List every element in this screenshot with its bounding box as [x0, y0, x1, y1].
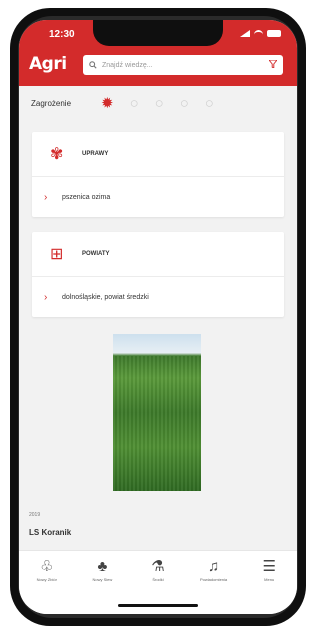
district-card-title: POWIATY	[82, 251, 110, 257]
crop-item[interactable]: › pszenica ozima	[32, 177, 284, 217]
nav-new-harvest[interactable]: ♧ Nowy Zbiór	[22, 559, 72, 614]
bug-icon[interactable]: ✹	[101, 96, 114, 111]
crop-value: pszenica ozima	[62, 193, 111, 201]
crops-card: ✾ UPRAWY › pszenica ozima	[32, 132, 284, 217]
app-logo[interactable]: Agri	[29, 54, 67, 74]
app-screen: 12:30 Agri Znajdź wiedzę... Zagrożenie ✹…	[19, 20, 297, 614]
menu-icon: ☰	[262, 558, 276, 575]
notch	[93, 20, 223, 46]
bug-icon[interactable]: ○	[180, 96, 189, 111]
photo-date: 2019	[29, 512, 41, 518]
status-time: 12:30	[49, 29, 75, 40]
threat-level-row: Zagrożenie ✹ ○ ○ ○ ○	[19, 86, 297, 120]
battery-icon	[267, 30, 281, 37]
seedling-icon: ♣	[97, 558, 108, 575]
bug-icon[interactable]: ○	[155, 96, 164, 111]
district-card: ⊞ POWIATY › dolnośląskie, powiat średzki	[32, 232, 284, 317]
field-photo[interactable]	[113, 334, 201, 491]
nav-menu[interactable]: ☰ Menu	[244, 559, 294, 614]
chevron-right-icon: ›	[44, 291, 48, 303]
chevron-right-icon: ›	[44, 191, 48, 203]
nav-label: Nowy Siew	[92, 577, 113, 582]
search-input[interactable]: Znajdź wiedzę...	[83, 55, 283, 75]
filter-icon[interactable]	[268, 59, 278, 70]
search-icon	[89, 56, 97, 74]
plant-icon: ✾	[50, 146, 64, 163]
wifi-icon	[254, 30, 263, 37]
district-item[interactable]: › dolnośląskie, powiat średzki	[32, 277, 284, 317]
district-value: dolnośląskie, powiat średzki	[62, 293, 149, 301]
threat-label: Zagrożenie	[31, 98, 72, 108]
signal-icon	[240, 30, 250, 37]
crops-card-title: UPRAWY	[82, 151, 109, 157]
bottle-icon: ⚗	[151, 558, 165, 575]
nav-label: Menu	[264, 577, 275, 582]
sprout-icon: ♧	[40, 558, 54, 575]
bug-icon[interactable]: ○	[205, 96, 214, 111]
nav-label: Nowy Zbiór	[36, 577, 57, 582]
bug-icon[interactable]: ○	[130, 96, 139, 111]
crops-card-header: ✾ UPRAWY	[32, 132, 284, 177]
bell-icon: ♫	[207, 558, 220, 575]
search-placeholder: Znajdź wiedzę...	[102, 61, 153, 69]
app-header: 12:30 Agri Znajdź wiedzę...	[19, 20, 297, 86]
map-icon: ⊞	[50, 246, 64, 263]
author-name: LS Koranik	[29, 528, 72, 537]
status-icons	[240, 30, 281, 37]
district-card-header: ⊞ POWIATY	[32, 232, 284, 277]
nav-label: Środki	[152, 577, 164, 582]
home-indicator[interactable]	[118, 604, 198, 607]
nav-label: Powiadomienia	[200, 577, 228, 582]
